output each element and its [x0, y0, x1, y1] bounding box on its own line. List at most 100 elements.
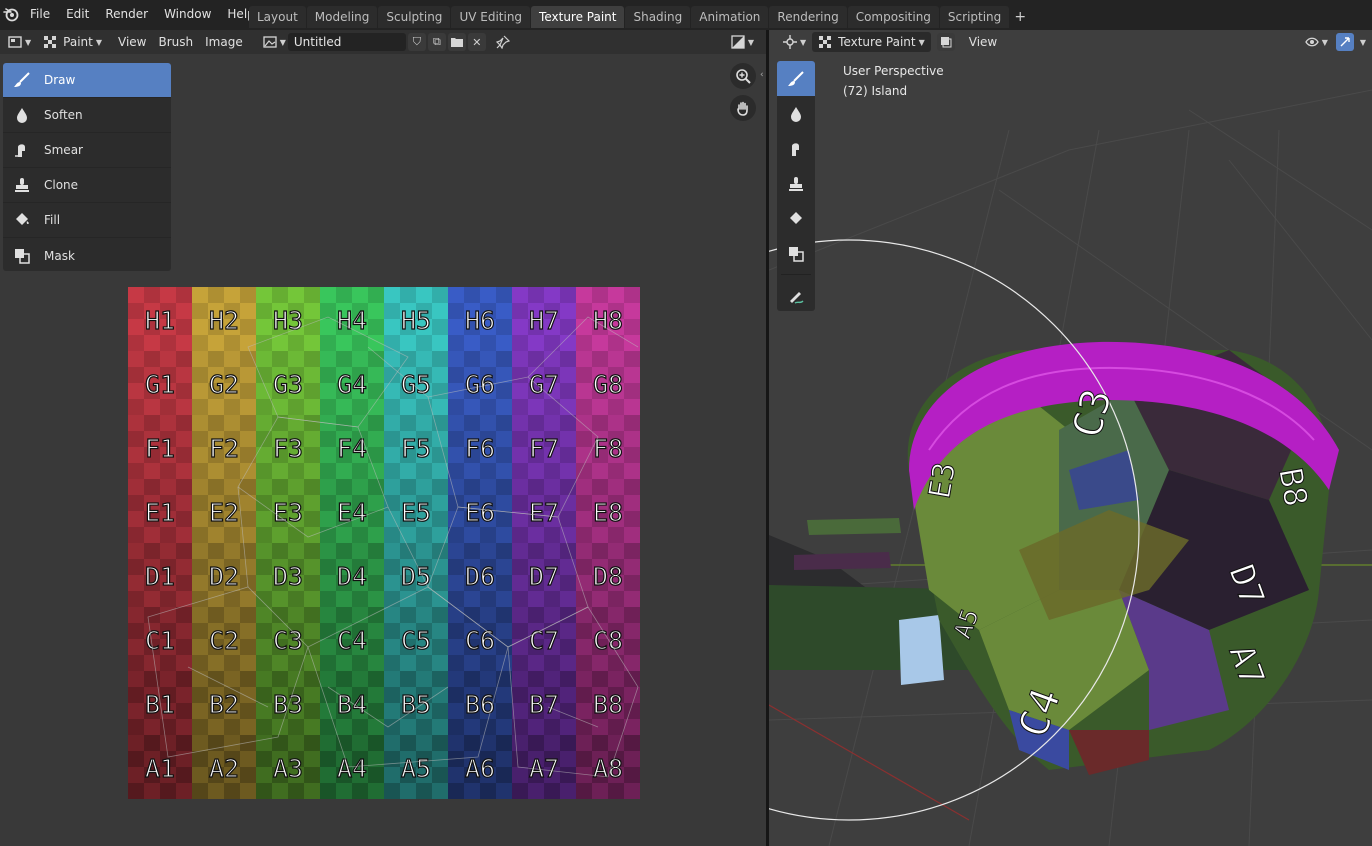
mode-dropdown[interactable]: Paint ▼ — [37, 32, 108, 52]
tab-uv-editing[interactable]: UV Editing — [451, 6, 531, 28]
checker-cell — [224, 527, 240, 543]
checker-cell — [416, 335, 432, 351]
hand-icon — [737, 101, 748, 116]
chevron-down-icon[interactable]: ▼ — [1360, 38, 1366, 47]
checker-cell — [496, 399, 512, 415]
checker-cell — [416, 591, 432, 607]
checker-cell — [624, 287, 640, 303]
pin-icon[interactable] — [494, 33, 512, 51]
grid-cell-label: D4 — [337, 562, 367, 591]
tool-mask[interactable]: Mask — [3, 238, 171, 273]
menu-edit[interactable]: Edit — [58, 0, 97, 28]
display-channels-button[interactable]: ▼ — [725, 32, 760, 52]
mode-dropdown[interactable]: Texture Paint ▼ — [812, 32, 931, 52]
editor-type-button[interactable]: ▼ — [777, 32, 812, 52]
tool-fill[interactable]: Fill — [3, 203, 171, 238]
3d-viewport[interactable]: E3 C3 B8 D7 A7 A5 C4 ▼ Texture Paint ▼ V… — [769, 30, 1372, 846]
checker-cell — [320, 767, 336, 783]
open-folder-icon[interactable] — [447, 33, 466, 51]
checker-cell — [336, 783, 352, 799]
checker-cell — [400, 415, 416, 431]
tab-rendering[interactable]: Rendering — [769, 6, 847, 28]
tool-soften[interactable]: Soften — [3, 98, 171, 133]
checker-cell — [384, 671, 400, 687]
checker-cell — [384, 511, 400, 527]
menu-file[interactable]: File — [22, 0, 58, 28]
checker-cell — [208, 335, 224, 351]
checker-cell — [512, 367, 528, 383]
tab-animation[interactable]: Animation — [691, 6, 769, 28]
tool-annotate[interactable] — [777, 278, 815, 313]
tool-draw[interactable] — [777, 61, 815, 96]
tab-sculpting[interactable]: Sculpting — [378, 6, 451, 28]
tool-fill[interactable] — [777, 201, 815, 236]
tool-clone[interactable] — [777, 166, 815, 201]
tool-mask[interactable] — [777, 236, 815, 271]
checker-cell — [624, 591, 640, 607]
checker-cell — [224, 415, 240, 431]
checker-cell — [576, 639, 592, 655]
menu-view[interactable]: View — [112, 32, 152, 52]
checker-cell — [208, 399, 224, 415]
checker-cell — [608, 719, 624, 735]
tab-compositing[interactable]: Compositing — [847, 6, 939, 28]
duplicate-icon[interactable]: ⧉ — [427, 33, 446, 51]
sidebar-toggle-icon[interactable]: ‹ — [760, 70, 764, 80]
image-name-field[interactable]: Untitled — [287, 33, 406, 51]
chevron-down-icon: ▼ — [918, 37, 925, 47]
checker-cell — [256, 287, 272, 303]
checker-cell — [512, 671, 528, 687]
checker-cell — [320, 639, 336, 655]
checker-cell — [432, 783, 448, 799]
menu-image[interactable]: Image — [199, 32, 249, 52]
checker-cell — [128, 623, 144, 639]
checker-cell — [512, 495, 528, 511]
tab-texture-paint[interactable]: Texture Paint — [531, 6, 625, 28]
fake-user-icon[interactable]: ⛉ — [407, 33, 426, 51]
mask-toggle-icon[interactable] — [936, 33, 955, 51]
checker-cell — [288, 543, 304, 559]
grid-cell-label: E2 — [209, 498, 239, 527]
checker-cell — [320, 559, 336, 575]
grid-cell-label: D8 — [593, 562, 623, 591]
tab-modeling[interactable]: Modeling — [306, 6, 378, 28]
checker-cell — [336, 287, 352, 303]
menu-render[interactable]: Render — [97, 0, 156, 28]
tab-layout[interactable]: Layout — [249, 6, 306, 28]
visibility-dropdown[interactable]: ▼ — [1299, 32, 1334, 52]
tab-shading[interactable]: Shading — [625, 6, 691, 28]
checker-cell — [480, 591, 496, 607]
tool-soften[interactable] — [777, 96, 815, 131]
checker-cell — [400, 335, 416, 351]
checker-cell — [576, 303, 592, 319]
tool-clone[interactable]: Clone — [3, 168, 171, 203]
grid-cell-label: B4 — [337, 690, 367, 719]
editor-type-button[interactable]: ▼ — [2, 32, 37, 52]
checker-cell — [320, 751, 336, 767]
checker-cell — [128, 319, 144, 335]
checker-cell — [512, 415, 528, 431]
gizmo-toggle-icon[interactable] — [1335, 33, 1354, 51]
tool-smear[interactable] — [777, 131, 815, 166]
checker-cell — [256, 479, 272, 495]
uv-grid-image[interactable]: H1 H2 H3 H4 H5 H6 H7 H8G1 G2 G3 G4 G5 G6 G7 G8F1 F2 F3 F4… — [128, 287, 640, 799]
menu-brush[interactable]: Brush — [153, 32, 200, 52]
tool-draw[interactable]: Draw — [3, 63, 171, 98]
menu-view[interactable]: View — [963, 32, 1003, 52]
zoom-button[interactable] — [730, 63, 756, 89]
add-workspace-button[interactable]: + — [1010, 6, 1030, 28]
checker-cell — [256, 735, 272, 751]
checker-cell — [176, 575, 192, 591]
tool-smear[interactable]: Smear — [3, 133, 171, 168]
checker-cell — [624, 735, 640, 751]
checker-cell — [592, 671, 608, 687]
checker-cell — [576, 671, 592, 687]
blender-logo-icon[interactable] — [3, 6, 19, 22]
unlink-close-icon[interactable]: ✕ — [467, 33, 486, 51]
checker-cell — [560, 687, 576, 703]
tab-scripting[interactable]: Scripting — [939, 6, 1010, 28]
grid-cell-label: A5 — [401, 754, 431, 783]
image-browse-button[interactable]: ▼ — [261, 32, 288, 52]
menu-window[interactable]: Window — [156, 0, 219, 28]
pan-button[interactable] — [730, 95, 756, 121]
